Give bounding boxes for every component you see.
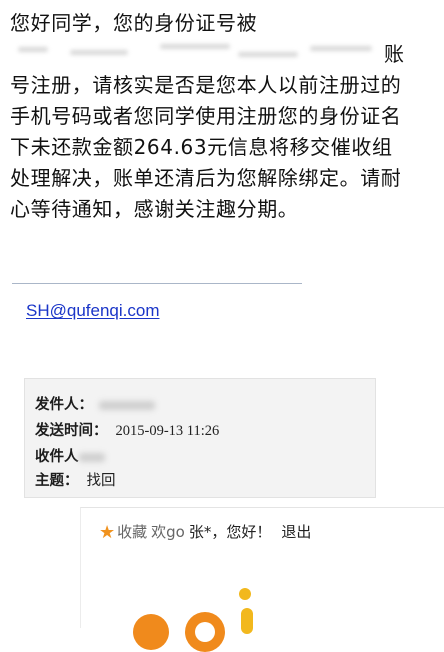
embedded-site-preview: ★ 收藏 欢go 张*，您好！ 退出 [80,507,444,652]
user-name: 张* [188,523,212,541]
sent-time-value: 2015-09-13 11:26 [115,423,220,439]
welcome-text: 欢go [151,523,185,541]
favorites-link[interactable]: 收藏 [117,523,147,541]
from-label: 发件人： [35,397,93,413]
message-line-2-tail: 账 [384,42,405,66]
subject-label: 主题： [35,473,79,489]
message-line-7: 心等待通知，感谢关注趣分期。 [10,197,299,221]
redacted-recipient [78,452,105,462]
site-top-bar: ★ 收藏 欢go 张*，您好！ 退出 [99,521,311,543]
star-icon[interactable]: ★ [99,522,115,543]
sent-label: 发送时间： [35,423,108,439]
email-body: 您好同学，您的身份证号被 账 号注册，请核实是否是您本人以前注册过的 手机号码或… [10,8,436,225]
message-line-5: 下未还款金额264.63元信息将移交催收组 [10,135,393,159]
sender-email-link[interactable]: SH@qufenqi.com [26,301,160,321]
subject-value: 找回 [86,473,116,489]
message-line-3: 号注册，请核实是否是您本人以前注册过的 [10,73,402,97]
header-row-from: 发件人： [35,393,155,414]
header-row-to: 收件人 [35,445,105,466]
message-line-4: 手机号码或者您同学使用注册您的身份证名 [10,104,402,128]
signature-divider [12,283,302,284]
message-line-2: 账 [10,39,436,70]
header-row-subject: 主题： 找回 [35,469,116,490]
logout-link[interactable]: 退出 [281,523,311,541]
email-header-box: 发件人： 发送时间： 2015-09-13 11:26 收件人 主题： 找回 [24,378,376,498]
message-line-6: 处理解决，账单还清后为您解除绑定。请耐 [10,166,402,190]
to-label: 收件人 [35,449,79,465]
message-line-1: 您好同学，您的身份证号被 [10,11,258,35]
redacted-text [10,40,384,66]
header-row-sent: 发送时间： 2015-09-13 11:26 [35,419,219,440]
redacted-sender [99,400,155,410]
greeting-text: ，您好！ [211,523,272,541]
